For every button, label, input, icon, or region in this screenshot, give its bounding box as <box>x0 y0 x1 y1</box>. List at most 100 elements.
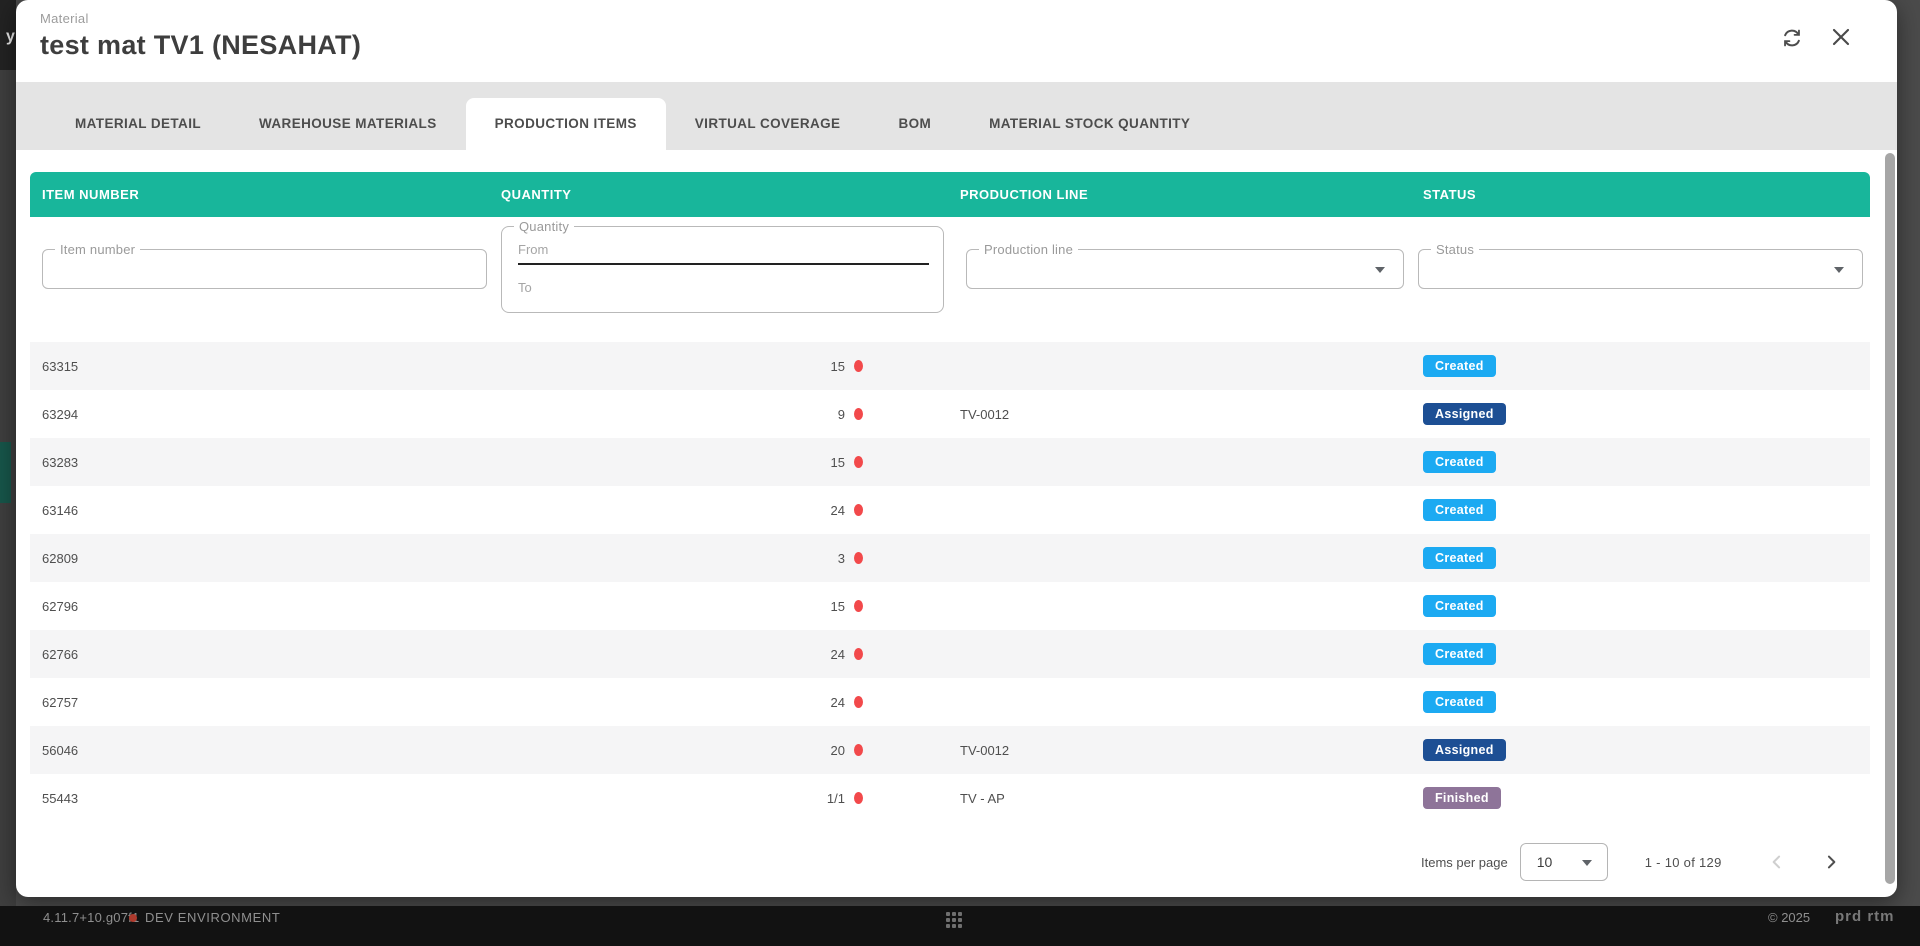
quantity-to-input[interactable] <box>518 273 929 301</box>
quantity-cell: 20 <box>501 743 960 758</box>
quantity-from-input[interactable] <box>518 235 929 265</box>
caret-down-icon <box>1375 267 1385 273</box>
red-dot-icon <box>854 744 863 756</box>
table-row[interactable]: 63283 15 Created <box>30 438 1870 486</box>
table-row[interactable]: 63146 24 Created <box>30 486 1870 534</box>
item-number-cell: 62796 <box>42 599 501 614</box>
status-cell: Created <box>1423 643 1870 665</box>
item-number-cell: 62766 <box>42 647 501 662</box>
app-version: 4.11.7+10.g07f1 <box>43 910 139 925</box>
status-badge: Created <box>1423 499 1496 521</box>
status-cell: Assigned <box>1423 739 1870 761</box>
table-row[interactable]: 55443 1/1 TV - AP Finished <box>30 774 1870 822</box>
table-row[interactable]: 62766 24 Created <box>30 630 1870 678</box>
material-dialog: Material test mat TV1 (NESAHAT) MATERIAL… <box>16 0 1897 897</box>
items-per-page-select[interactable]: 10 <box>1520 843 1608 881</box>
production-line-select-label: Production line <box>979 242 1078 257</box>
tab-bom[interactable]: BOM <box>869 98 960 150</box>
quantity-value: 20 <box>831 743 845 758</box>
tab-material-detail[interactable]: MATERIAL DETAIL <box>46 98 230 150</box>
dialog-title: test mat TV1 (NESAHAT) <box>40 30 361 61</box>
item-number-cell: 63283 <box>42 455 501 470</box>
apps-grid-icon[interactable] <box>946 912 968 934</box>
red-dot-icon <box>854 552 863 564</box>
red-dot-icon <box>854 360 863 372</box>
quantity-value: 15 <box>831 599 845 614</box>
item-number-cell: 62809 <box>42 551 501 566</box>
item-number-cell: 62757 <box>42 695 501 710</box>
quantity-cell: 24 <box>501 695 960 710</box>
column-header: STATUS <box>1423 187 1870 202</box>
tab-bar: MATERIAL DETAIL WAREHOUSE MATERIALS PROD… <box>16 82 1897 150</box>
status-badge: Assigned <box>1423 403 1506 425</box>
status-cell: Created <box>1423 547 1870 569</box>
status-badge: Finished <box>1423 787 1501 809</box>
tab-warehouse-materials[interactable]: WAREHOUSE MATERIALS <box>230 98 466 150</box>
items-per-page-value: 10 <box>1537 854 1553 870</box>
quantity-cell: 15 <box>501 359 960 374</box>
tab-label: VIRTUAL COVERAGE <box>695 116 841 131</box>
table-row[interactable]: 62796 15 Created <box>30 582 1870 630</box>
status-cell: Created <box>1423 499 1870 521</box>
tab-production-items[interactable]: PRODUCTION ITEMS <box>466 98 666 150</box>
quantity-value: 3 <box>838 551 845 566</box>
vertical-scrollbar[interactable] <box>1885 153 1895 884</box>
status-badge: Created <box>1423 355 1496 377</box>
tab-label: MATERIAL DETAIL <box>75 116 201 131</box>
column-header: PRODUCTION LINE <box>960 187 1423 202</box>
copyright-label: © 2025 <box>1768 910 1810 925</box>
close-icon[interactable] <box>1826 22 1856 52</box>
background-sidebar: y <box>0 0 16 919</box>
status-badge: Created <box>1423 595 1496 617</box>
quantity-value: 15 <box>831 455 845 470</box>
red-dot-icon <box>854 456 863 468</box>
tab-virtual-coverage[interactable]: VIRTUAL COVERAGE <box>666 98 870 150</box>
table-row[interactable]: 63315 15 Created <box>30 342 1870 390</box>
refresh-icon[interactable] <box>1777 23 1807 53</box>
tab-label: PRODUCTION ITEMS <box>495 116 637 131</box>
production-line-cell: TV-0012 <box>960 407 1423 422</box>
item-number-cell: 55443 <box>42 791 501 806</box>
red-dot-icon <box>854 408 863 420</box>
status-badge: Assigned <box>1423 739 1506 761</box>
page-range-text: 1 - 10 of 129 <box>1645 855 1722 870</box>
red-dot-icon <box>854 696 863 708</box>
chevron-right-icon[interactable] <box>1818 849 1844 875</box>
tab-label: WAREHOUSE MATERIALS <box>259 116 437 131</box>
production-line-cell: TV-0012 <box>960 743 1423 758</box>
column-header: QUANTITY <box>501 187 960 202</box>
item-number-input[interactable] <box>55 256 475 282</box>
production-line-select[interactable]: Production line <box>966 249 1404 289</box>
red-dot-icon <box>854 504 863 516</box>
tab-label: BOM <box>898 116 931 131</box>
status-cell: Assigned <box>1423 403 1870 425</box>
table-row[interactable]: 56046 20 TV-0012 Assigned <box>30 726 1870 774</box>
chevron-left-icon[interactable] <box>1764 849 1790 875</box>
tab-material-stock-quantity[interactable]: MATERIAL STOCK QUANTITY <box>960 98 1219 150</box>
quantity-cell: 15 <box>501 599 960 614</box>
table-row[interactable]: 62757 24 Created <box>30 678 1870 726</box>
item-number-cell: 56046 <box>42 743 501 758</box>
caret-down-icon <box>1834 267 1844 273</box>
column-header: ITEM NUMBER <box>42 187 501 202</box>
table-row[interactable]: 63294 9 TV-0012 Assigned <box>30 390 1870 438</box>
tab-label: MATERIAL STOCK QUANTITY <box>989 116 1190 131</box>
item-number-cell: 63146 <box>42 503 501 518</box>
item-number-cell: 63315 <box>42 359 501 374</box>
caret-down-icon <box>1582 860 1592 866</box>
quantity-cell: 9 <box>501 407 960 422</box>
quantity-value: 24 <box>831 647 845 662</box>
item-number-filter[interactable]: Item number <box>42 249 487 289</box>
quantity-cell: 24 <box>501 503 960 518</box>
status-cell: Finished <box>1423 787 1870 809</box>
status-select[interactable]: Status <box>1418 249 1863 289</box>
quantity-filter[interactable]: Quantity <box>501 226 944 313</box>
quantity-value: 24 <box>831 503 845 518</box>
paginator: Items per page 10 1 - 10 of 129 <box>1421 838 1844 886</box>
quantity-value: 1/1 <box>827 791 845 806</box>
red-dot-icon <box>854 648 863 660</box>
environment-dot-icon <box>129 914 137 922</box>
table-row[interactable]: 62809 3 Created <box>30 534 1870 582</box>
quantity-cell: 3 <box>501 551 960 566</box>
production-line-cell: TV - AP <box>960 791 1423 806</box>
